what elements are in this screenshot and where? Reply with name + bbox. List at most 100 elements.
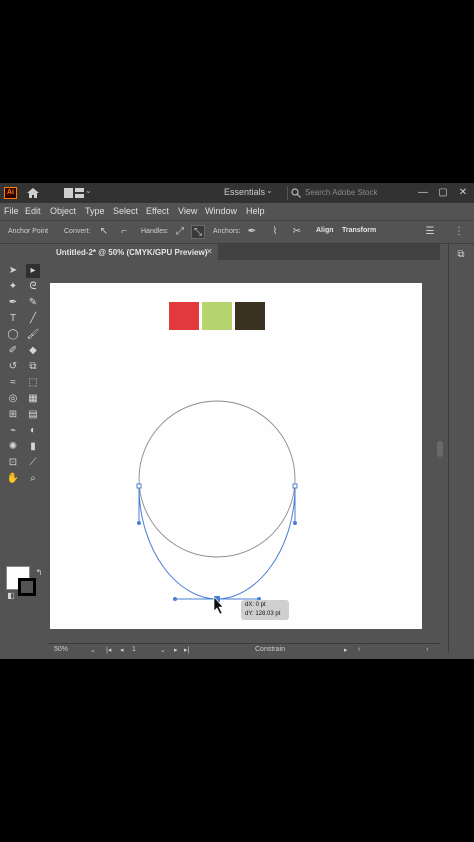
- warp-tool-icon[interactable]: ≈: [6, 376, 20, 390]
- right-panel-dock: ⧉: [448, 244, 474, 652]
- home-icon[interactable]: [26, 187, 40, 199]
- align-button[interactable]: Align: [316, 227, 334, 234]
- document-tab-bar: Untitled-2* @ 50% (CMYK/GPU Preview) ✕: [48, 244, 440, 260]
- minimize-button[interactable]: —: [415, 185, 431, 201]
- convert-smooth-icon[interactable]: ⌐: [117, 225, 131, 239]
- handle-point-left: [137, 521, 141, 525]
- play-icon[interactable]: ▸: [344, 646, 348, 654]
- last-artboard-icon[interactable]: ▸|: [184, 646, 189, 654]
- show-handles-icon[interactable]: ⤢: [173, 225, 187, 239]
- anchor-point-right: [292, 483, 298, 489]
- stroke-swatch[interactable]: [18, 578, 36, 596]
- handle-point-right: [293, 521, 297, 525]
- vertical-scrollbar[interactable]: [434, 261, 446, 651]
- chevron-down-icon[interactable]: ⌄: [85, 186, 92, 195]
- type-tool-icon[interactable]: T: [6, 312, 20, 326]
- menu-window[interactable]: Window: [205, 206, 237, 216]
- chevron-down-icon[interactable]: ⌄: [160, 646, 166, 654]
- control-bar: Anchor Point Convert: ↖ ⌐ Handles: ⤢ ⤡ A…: [0, 220, 474, 244]
- shaper-tool-icon[interactable]: ✐: [6, 344, 20, 358]
- anchor-point-left: [136, 483, 142, 489]
- artboard-number[interactable]: 1: [132, 646, 136, 653]
- artwork-layer: [136, 400, 298, 615]
- direct-selection-tool-icon[interactable]: ▸: [26, 264, 40, 278]
- panel-collapse-icon[interactable]: ⧉: [454, 248, 468, 262]
- anchors-label: Anchors:: [213, 228, 241, 235]
- tooltip-dx: dX: 0 pt: [245, 602, 266, 608]
- menu-view[interactable]: View: [178, 206, 197, 216]
- lasso-tool-icon[interactable]: ᘓ: [26, 280, 40, 294]
- prev-artboard-icon[interactable]: ◂: [120, 646, 124, 654]
- rotate-tool-icon[interactable]: ↺: [6, 360, 20, 374]
- hand-tool-icon[interactable]: ✋: [6, 472, 20, 486]
- eraser-tool-icon[interactable]: ◆: [26, 344, 40, 358]
- context-label: Anchor Point: [8, 228, 49, 235]
- menu-select[interactable]: Select: [113, 206, 138, 216]
- magic-wand-tool-icon[interactable]: ✦: [6, 280, 20, 294]
- maximize-button[interactable]: ▢: [435, 185, 451, 201]
- selection-tool-icon[interactable]: ➤: [6, 264, 20, 278]
- connect-paths-icon[interactable]: ⌇: [268, 225, 282, 239]
- status-bar: 50% ⌄ |◂ ◂ 1 ⌄ ▸ ▸| Constrain ▸ ‹ ›: [48, 643, 440, 658]
- paintbrush-tool-icon[interactable]: 🖌: [26, 328, 40, 342]
- ellipse-tool-icon[interactable]: ◯: [6, 328, 20, 342]
- mesh-tool-icon[interactable]: ⊞: [6, 408, 20, 422]
- menu-edit[interactable]: Edit: [25, 206, 41, 216]
- graph-tool-icon[interactable]: ▮: [26, 440, 40, 454]
- first-artboard-icon[interactable]: |◂: [106, 646, 111, 654]
- menu-help[interactable]: Help: [246, 206, 265, 216]
- slice-tool-icon[interactable]: ⟋: [26, 456, 40, 470]
- menu-effect[interactable]: Effect: [146, 206, 169, 216]
- default-colors-icon[interactable]: ◧: [4, 589, 18, 603]
- hide-handles-icon[interactable]: ⤡: [191, 225, 205, 239]
- shape-builder-tool-icon[interactable]: ◎: [6, 392, 20, 406]
- line-tool-icon[interactable]: ╱: [26, 312, 40, 326]
- handle-point-bottom-left: [173, 597, 177, 601]
- workspace-layout-icon[interactable]: [64, 188, 84, 198]
- next-artboard-icon[interactable]: ▸: [174, 646, 178, 654]
- tools-panel: ➤ ▸ ✦ ᘓ ✒ ✎ T ╱ ◯ 🖌 ✐ ◆ ↺ ⧉ ≈ ⬚ ◎ ▦ ⊞ ▤ …: [2, 261, 46, 600]
- status-mode: Constrain: [255, 646, 285, 653]
- menu-lines-icon[interactable]: ☰: [423, 225, 437, 239]
- document-tab[interactable]: Untitled-2* @ 50% (CMYK/GPU Preview) ✕: [48, 244, 218, 260]
- chevron-down-icon[interactable]: ⌄: [90, 646, 96, 654]
- menu-object[interactable]: Object: [50, 206, 76, 216]
- scroll-right-icon[interactable]: ›: [426, 646, 428, 653]
- convert-corner-icon[interactable]: ↖: [97, 225, 111, 239]
- scroll-left-icon[interactable]: ‹: [358, 646, 360, 653]
- circle-shape: [138, 400, 296, 558]
- pen-tool-icon[interactable]: ✒: [6, 296, 20, 310]
- search-input[interactable]: Search Adobe Stock: [305, 188, 378, 197]
- menu-type[interactable]: Type: [85, 206, 105, 216]
- illustrator-window: Ai ⌄ Essentials ⌄ Search Adobe Stock — ▢…: [0, 183, 474, 659]
- symbol-sprayer-tool-icon[interactable]: ✺: [6, 440, 20, 454]
- eyedropper-tool-icon[interactable]: ⌁: [6, 424, 20, 438]
- cut-path-icon[interactable]: ✂: [290, 225, 304, 239]
- chevron-down-icon[interactable]: ⌄: [266, 186, 273, 195]
- drag-tooltip: dX: 0 pt dY: 128.03 pt: [241, 600, 289, 620]
- transform-button[interactable]: Transform: [342, 227, 376, 234]
- app-logo: Ai: [4, 187, 17, 199]
- close-window-button[interactable]: ✕: [455, 185, 471, 201]
- artboard-tool-icon[interactable]: ⊡: [6, 456, 20, 470]
- document-tab-title: Untitled-2* @ 50% (CMYK/GPU Preview): [56, 248, 208, 257]
- canvas-area[interactable]: dX: 0 pt dY: 128.03 pt: [48, 261, 434, 651]
- search-icon: [291, 188, 301, 198]
- curvature-tool-icon[interactable]: ✎: [26, 296, 40, 310]
- free-transform-tool-icon[interactable]: ⬚: [26, 376, 40, 390]
- remove-anchor-icon[interactable]: ✒: [245, 225, 259, 239]
- scroll-thumb[interactable]: [437, 441, 443, 457]
- perspective-tool-icon[interactable]: ▦: [26, 392, 40, 406]
- gradient-tool-icon[interactable]: ▤: [26, 408, 40, 422]
- close-icon[interactable]: ✕: [206, 247, 213, 256]
- selected-path: [138, 485, 296, 600]
- blend-tool-icon[interactable]: ◐: [26, 424, 40, 438]
- scale-tool-icon[interactable]: ⧉: [26, 360, 40, 374]
- zoom-level[interactable]: 50%: [54, 646, 68, 653]
- menu-file[interactable]: File: [4, 206, 19, 216]
- handles-label: Handles:: [141, 228, 169, 235]
- workspace-switcher[interactable]: Essentials: [224, 187, 265, 197]
- more-options-icon[interactable]: ⋮: [452, 225, 466, 239]
- swap-colors-icon[interactable]: ↰: [32, 566, 46, 580]
- zoom-tool-icon[interactable]: ⌕: [26, 472, 40, 486]
